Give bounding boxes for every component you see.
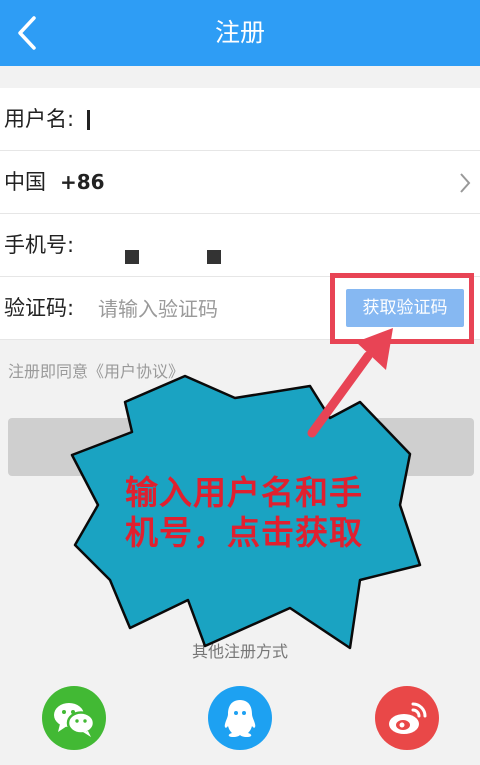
get-code-button[interactable]: 获取验证码 xyxy=(346,289,464,327)
register-button[interactable] xyxy=(8,418,474,476)
qq-icon xyxy=(224,700,256,737)
text-caret xyxy=(87,110,90,130)
country-code: +86 xyxy=(60,170,105,194)
wechat-login-button[interactable] xyxy=(42,686,106,750)
code-label: 验证码: xyxy=(4,296,75,320)
phone-mask-left xyxy=(125,250,139,264)
username-label: 用户名: xyxy=(4,107,75,131)
app-header: 注册 xyxy=(0,0,480,66)
qq-login-button[interactable] xyxy=(208,686,272,750)
phone-mask-right xyxy=(207,250,221,264)
weibo-login-button[interactable] xyxy=(375,686,439,750)
other-methods-label: 其他注册方式 xyxy=(191,642,288,661)
country-row[interactable]: 中国 +86 xyxy=(0,151,480,214)
phone-row: 手机号: xyxy=(0,214,480,277)
agreement-link[interactable]: 注册即同意《用户协议》 xyxy=(8,358,184,382)
annotation-text: 输入用户名和手机号，点击获取 xyxy=(125,473,363,552)
wechat-icon xyxy=(54,703,96,737)
weibo-icon xyxy=(389,702,427,734)
country-label: 中国 xyxy=(4,170,46,194)
username-row: 用户名: xyxy=(0,88,480,151)
page-title: 注册 xyxy=(214,18,265,47)
code-input[interactable] xyxy=(98,291,338,327)
phone-label: 手机号: xyxy=(4,233,75,257)
chevron-right-icon xyxy=(460,173,471,193)
username-input[interactable] xyxy=(84,102,464,138)
